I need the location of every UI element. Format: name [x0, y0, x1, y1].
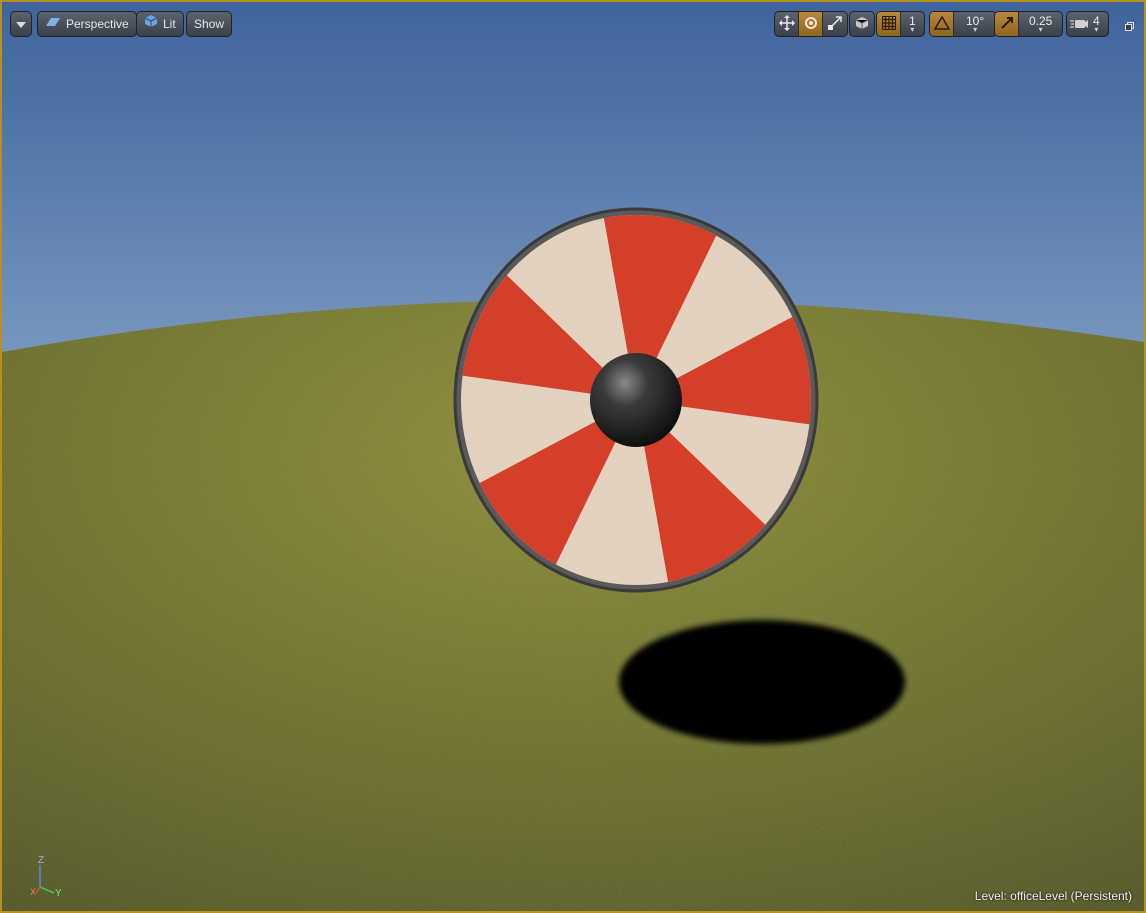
level-label: Level: [974, 889, 1007, 903]
camera-speed-button[interactable]: 4 ▾ [1066, 11, 1109, 37]
perspective-label: Perspective [66, 17, 129, 31]
perspective-button[interactable]: Perspective [37, 11, 137, 37]
axis-x-label: X [30, 887, 36, 897]
rotation-snap-group: 10° ▾ [929, 11, 998, 37]
chevron-down-icon [16, 12, 26, 36]
scale-snap-group: 0.25 ▾ [994, 11, 1064, 37]
transform-mode-group [774, 11, 848, 37]
viewport[interactable]: Perspective Lit Show 1 ▾ 10° ▾ 0.25 ▾ 4 … [0, 0, 1146, 913]
lit-button[interactable]: Lit [136, 11, 184, 37]
cube-icon [144, 12, 158, 36]
grid-icon [881, 15, 896, 33]
grid-snap-group: 1 ▾ [876, 11, 925, 37]
viewport-menu-button[interactable] [10, 11, 32, 37]
world-local-toggle[interactable] [849, 11, 875, 37]
level-name: officeLevel (Persistent) [1010, 889, 1132, 903]
grid-snap-toggle[interactable] [877, 12, 901, 36]
maximize-icon[interactable] [1125, 18, 1134, 31]
grid-snap-value[interactable]: 1 ▾ [901, 12, 924, 36]
show-label: Show [194, 17, 225, 31]
rotation-snap-toggle[interactable] [930, 12, 954, 36]
show-button[interactable]: Show [186, 11, 233, 37]
scale-snap-toggle[interactable] [995, 12, 1019, 36]
shield-shadow [619, 620, 905, 744]
scale-snap-icon [1000, 16, 1014, 33]
scale-snap-value[interactable]: 0.25 ▾ [1019, 12, 1062, 36]
rotate-icon [803, 15, 819, 34]
scale-mode-button[interactable] [823, 12, 847, 36]
perspective-icon [45, 12, 61, 36]
rotate-mode-button[interactable] [799, 12, 823, 36]
lit-label: Lit [163, 17, 176, 31]
scale-icon [827, 15, 843, 34]
scene-render[interactable] [2, 2, 1144, 911]
axis-z-label: Z [38, 855, 44, 866]
level-indicator: Level: officeLevel (Persistent) [975, 889, 1132, 903]
camera-speed-icon [1070, 16, 1088, 33]
axis-y-label: Y [55, 888, 62, 897]
angle-icon [933, 15, 950, 33]
translate-mode-button[interactable] [775, 12, 799, 36]
cube-icon [854, 15, 870, 34]
axis-gizmo: Z X Y [30, 853, 70, 899]
shield-boss [590, 353, 682, 447]
rotation-snap-value[interactable]: 10° ▾ [954, 12, 996, 36]
move-icon [778, 14, 795, 34]
